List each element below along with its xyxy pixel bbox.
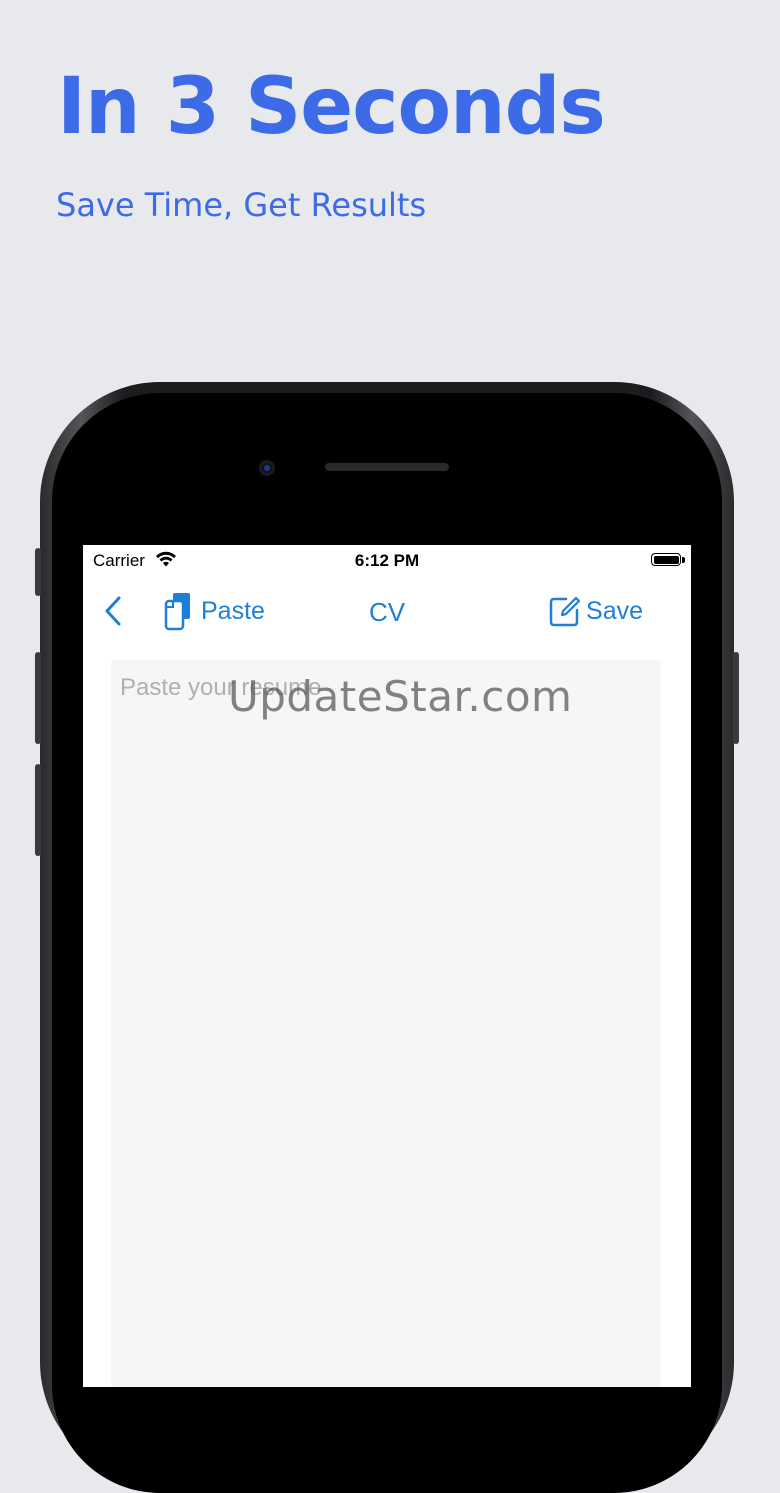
phone-side-button bbox=[35, 548, 41, 596]
phone-volume-up-button bbox=[35, 652, 41, 744]
navigation-bar: Paste CV Save bbox=[83, 585, 691, 635]
battery-icon bbox=[651, 553, 681, 566]
phone-power-button bbox=[733, 652, 739, 744]
earpiece-speaker bbox=[325, 463, 449, 471]
promo-headline: In 3 Seconds bbox=[57, 62, 606, 152]
compose-icon bbox=[549, 596, 581, 627]
phone-volume-down-button bbox=[35, 764, 41, 856]
resume-text-area[interactable]: Paste your resume bbox=[111, 660, 661, 1387]
battery-tip bbox=[682, 557, 685, 563]
status-bar: Carrier 6:12 PM bbox=[83, 545, 691, 575]
watermark: UpdateStar.com bbox=[228, 672, 573, 721]
clock: 6:12 PM bbox=[354, 551, 420, 570]
front-camera bbox=[259, 460, 275, 476]
promo-subheadline: Save Time, Get Results bbox=[56, 186, 427, 224]
save-button[interactable]: Save bbox=[548, 589, 643, 633]
save-label: Save bbox=[586, 596, 643, 625]
